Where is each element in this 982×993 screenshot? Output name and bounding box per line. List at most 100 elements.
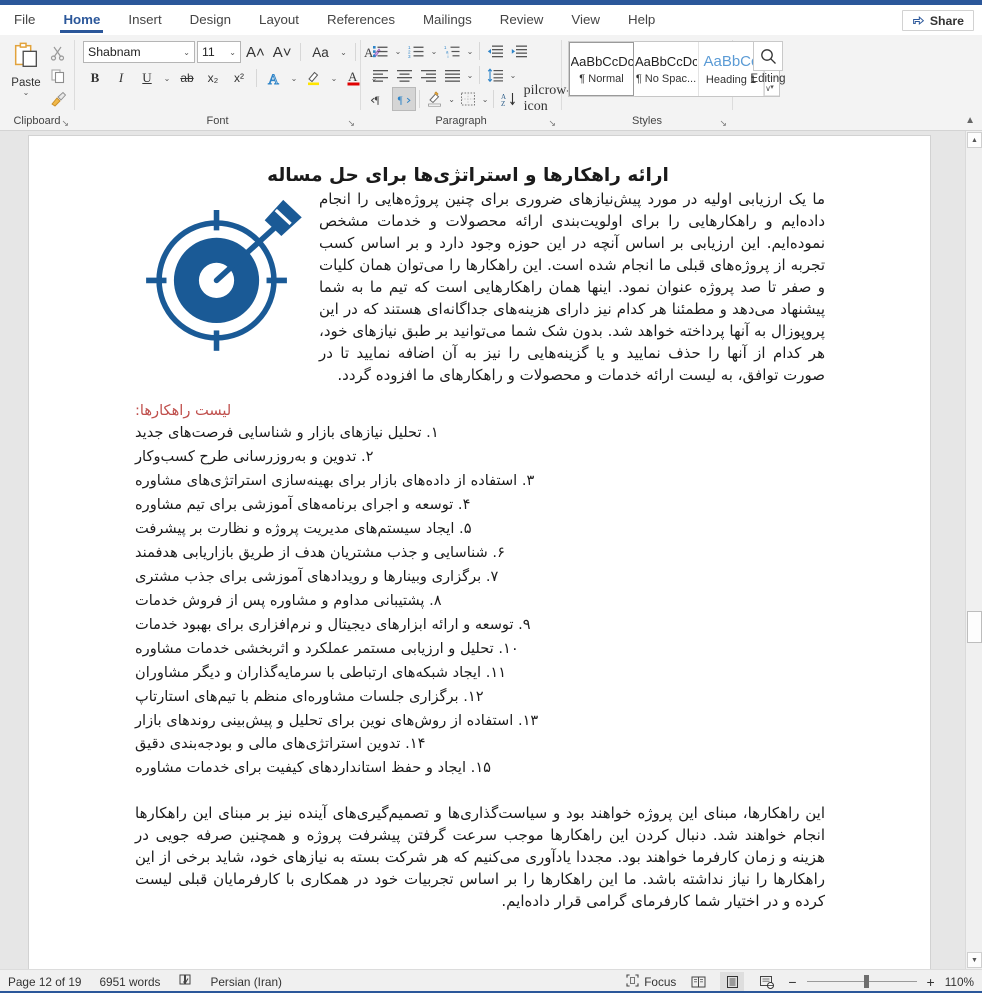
change-case-button[interactable]: Aa [306,40,336,64]
justify-button[interactable] [440,63,464,87]
proofing-errors-icon[interactable] [178,973,192,990]
scroll-down-icon[interactable]: ▼ [967,952,982,968]
styles-group-label: Styles ↘ [562,113,732,130]
tab-insert[interactable]: Insert [114,5,175,34]
font-name-chevron-down-icon[interactable]: ⌄ [183,48,190,57]
word-count[interactable]: 6951 words [99,975,160,989]
tab-insert-label: Insert [128,12,162,27]
document-canvas[interactable]: ارائه راهکارها و استراتژی‌ها برای حل مسا… [0,131,965,969]
multilevel-list-button[interactable]: 1ai [440,39,464,63]
collapse-ribbon-button[interactable]: ▲ [965,115,975,126]
editing-chevron-down-icon[interactable]: ∨ [765,85,771,93]
strikethrough-button[interactable]: ab [175,66,199,90]
cut-button[interactable] [47,42,69,64]
multilevel-chevron-down-icon[interactable]: ⌄ [464,47,476,56]
align-left-button[interactable] [368,63,392,87]
vertical-scrollbar[interactable]: ▲ ▼ [965,131,982,969]
tab-layout[interactable]: Layout [245,5,313,34]
print-layout-button[interactable] [720,971,745,992]
read-mode-button[interactable] [686,972,710,992]
change-case-chevron-down-icon[interactable]: ⌄ [338,48,350,57]
numbering-button[interactable]: 123 [404,39,428,63]
tab-references[interactable]: References [313,5,409,34]
style-normal[interactable]: AaBbCcDc ¶ Normal [568,41,635,97]
tab-view[interactable]: View [557,5,614,34]
language-indicator[interactable]: Persian (Iran) [210,975,281,989]
line-spacing-chevron-down-icon[interactable]: ⌄ [507,71,519,80]
shading-chevron-down-icon[interactable]: ⌄ [447,95,457,104]
right-to-left-button[interactable]: ¶ [392,87,416,111]
tab-mailings-label: Mailings [422,12,472,27]
shading-button[interactable] [423,87,447,111]
font-dialog-launcher[interactable]: ↘ [347,115,355,132]
justify-chevron-down-icon[interactable]: ⌄ [464,71,476,80]
copy-button[interactable] [47,65,69,87]
text-effects-chevron-down-icon[interactable]: ⌄ [288,74,300,83]
text-highlight-button[interactable] [302,66,326,90]
page-indicator[interactable]: Page 12 of 19 [8,975,81,989]
zoom-in-button[interactable]: + [927,974,935,990]
document-page[interactable]: ارائه راهکارها و استراتژی‌ها برای حل مسا… [29,136,930,969]
increase-indent-button[interactable] [507,39,531,63]
bullets-chevron-down-icon[interactable]: ⌄ [392,47,404,56]
shrink-font-button[interactable]: A˅ [270,40,295,64]
tab-file[interactable]: File [0,5,49,34]
font-name-combobox[interactable]: Shabnam ⌄ [83,41,195,63]
paste-button[interactable]: Paste ⌄ [5,39,47,97]
style-no-spacing[interactable]: AaBbCcDc ¶ No Spac... [634,42,699,96]
svg-text:A: A [348,69,358,84]
ribbon-tab-strip: File Home Insert Design Layout Reference… [0,5,982,35]
zoom-level[interactable]: 110% [945,975,974,989]
italic-button[interactable]: I [109,66,133,90]
svg-text:A: A [268,72,279,87]
bold-button[interactable]: B [83,66,107,90]
decrease-indent-button[interactable] [483,39,507,63]
subscript-button[interactable]: x₂ [201,66,225,90]
text-effects-button[interactable]: A [262,66,286,90]
zoom-out-button[interactable]: − [788,974,796,990]
superscript-button[interactable]: x² [227,66,251,90]
target-dart-icon [135,188,311,358]
clipboard-dialog-launcher[interactable]: ↘ [61,115,69,132]
format-painter-button[interactable] [47,88,69,110]
highlight-chevron-down-icon[interactable]: ⌄ [328,74,340,83]
tab-file-label: File [14,12,36,27]
tab-review[interactable]: Review [486,5,558,34]
line-spacing-button[interactable] [483,63,507,87]
list-item: ۹. توسعه و ارائه ابزارهای دیجیتال و نرم‌… [135,615,531,633]
sort-button[interactable]: AZ [497,87,521,111]
editing-button[interactable]: Editing ∨ [738,41,798,93]
bullets-button[interactable] [368,39,392,63]
paste-dropdown-caret[interactable]: ⌄ [23,89,30,97]
web-layout-button[interactable] [754,972,778,992]
align-right-button[interactable] [416,63,440,87]
borders-button[interactable] [456,87,480,111]
font-size-combobox[interactable]: 11 ⌄ [197,41,241,63]
underline-chevron-down-icon[interactable]: ⌄ [161,74,173,83]
list-item: ۱۰. تحلیل و ارزیابی مستمر عملکرد و اثربخ… [135,639,519,657]
underline-button[interactable]: U [135,66,159,90]
tab-help[interactable]: Help [614,5,669,34]
focus-mode-button[interactable]: Focus [626,973,677,990]
tab-mailings[interactable]: Mailings [409,5,486,34]
scroll-up-icon[interactable]: ▲ [967,132,982,148]
zoom-slider-handle[interactable] [863,975,869,988]
scrollbar-thumb[interactable] [967,611,982,643]
paste-icon [11,41,41,76]
share-button[interactable]: Share [901,10,974,31]
numbering-chevron-down-icon[interactable]: ⌄ [428,47,440,56]
styles-dialog-launcher[interactable]: ↘ [719,115,727,132]
borders-chevron-down-icon[interactable]: ⌄ [480,95,490,104]
tab-home[interactable]: Home [49,5,114,34]
list-item: ۷. برگزاری وبینارها و رویدادهای آموزشی ب… [135,568,499,585]
zoom-slider[interactable] [806,972,917,992]
paragraph-dialog-launcher[interactable]: ↘ [548,115,556,132]
font-size-chevron-down-icon[interactable]: ⌄ [229,48,236,57]
left-to-right-button[interactable]: ¶ [368,87,392,111]
align-center-button[interactable] [392,63,416,87]
grow-font-button[interactable]: A˄ [243,40,268,64]
focus-label: Focus [644,974,677,989]
tab-design[interactable]: Design [176,5,245,34]
ribbon-group-paragraph: ⌄ 123 ⌄ 1ai ⌄ ⌄ ⌄ ¶ ¶ ⌄ ⌄ A Z pilcrow-ic… [361,35,571,132]
list-item: ۸. پشتیبانی مداوم و مشاوره پس از فروش خد… [135,591,442,609]
